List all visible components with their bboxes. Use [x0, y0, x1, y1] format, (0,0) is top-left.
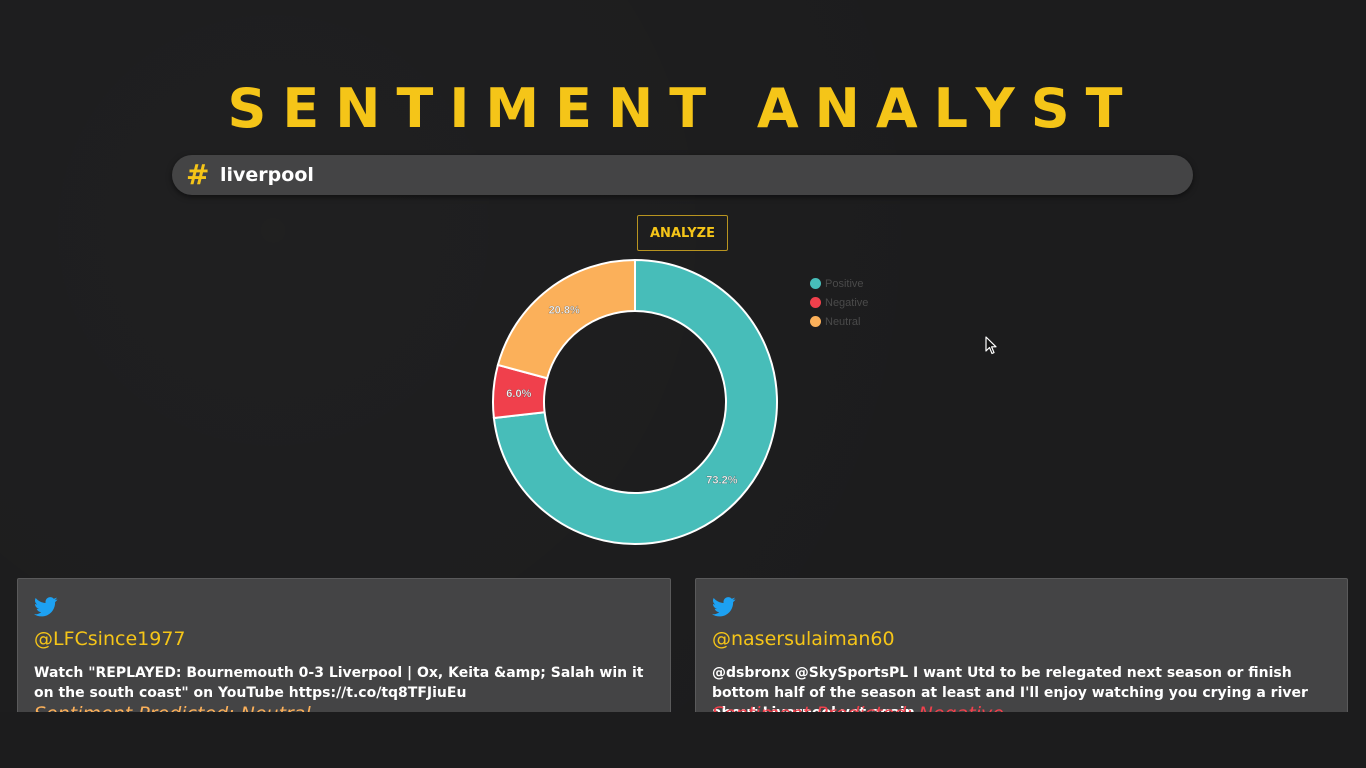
legend-item-neutral[interactable]: Neutral: [810, 312, 868, 331]
legend-dot-positive: [810, 278, 821, 289]
tweet-text: Watch "REPLAYED: Bournemouth 0-3 Liverpo…: [34, 665, 644, 701]
twitter-bird-icon: [34, 597, 58, 621]
donut-label-positive: 73.2%: [706, 475, 737, 487]
legend-label-neutral: Neutral: [825, 315, 861, 328]
tweet-card: @LFCsince1977 Watch "REPLAYED: Bournemou…: [17, 578, 671, 725]
mouse-cursor-icon: [985, 336, 997, 359]
chart-legend: Positive Negative Neutral: [810, 274, 868, 331]
legend-label-positive: Positive: [825, 277, 864, 290]
page: SENTIMENT ANALYST # ANALYZE 73.2%6.0%20.…: [0, 0, 1366, 768]
legend-label-negative: Negative: [825, 296, 869, 309]
donut-label-neutral: 20.8%: [549, 305, 580, 317]
tweet-card: @nasersulaiman60 @dsbronx @SkySportsPL I…: [695, 578, 1348, 725]
legend-item-negative[interactable]: Negative: [810, 293, 868, 312]
twitter-bird-icon: [712, 597, 736, 621]
legend-item-positive[interactable]: Positive: [810, 274, 868, 293]
legend-dot-neutral: [810, 316, 821, 327]
donut-slice-neutral[interactable]: [496, 258, 636, 380]
page-bottom-area: [0, 712, 1366, 768]
donut-label-negative: 6.0%: [506, 388, 531, 400]
tweet-handle[interactable]: @LFCsince1977: [34, 628, 186, 650]
tweet-handle[interactable]: @nasersulaiman60: [712, 628, 895, 650]
legend-dot-negative: [810, 297, 821, 308]
